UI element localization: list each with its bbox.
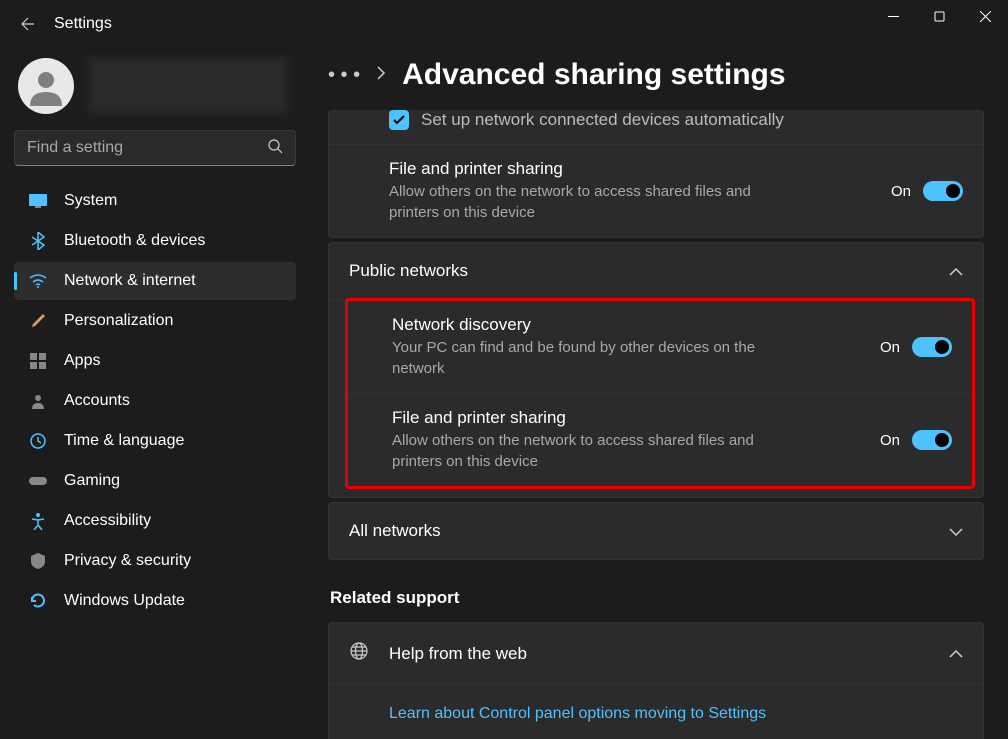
- expander-title: Public networks: [349, 261, 468, 281]
- search-box[interactable]: [14, 130, 296, 166]
- minimize-button[interactable]: [870, 0, 916, 32]
- sidebar: System Bluetooth & devices Network & int…: [0, 48, 310, 739]
- apps-icon: [28, 351, 48, 371]
- user-info-redacted: [88, 58, 288, 114]
- globe-icon: [349, 641, 369, 666]
- chevron-down-icon: [949, 521, 963, 541]
- help-header[interactable]: Help from the web: [329, 623, 983, 684]
- toggle-state: On: [880, 339, 900, 356]
- checkbox-checked-icon[interactable]: [389, 110, 409, 130]
- nav-label: Privacy & security: [64, 552, 191, 570]
- search-input[interactable]: [27, 139, 267, 157]
- toggle-switch[interactable]: [912, 430, 952, 450]
- public-networks-card: Public networks Network discovery Your P…: [328, 242, 984, 498]
- setting-title: File and printer sharing: [392, 408, 880, 428]
- toggle-switch[interactable]: [923, 181, 963, 201]
- chevron-up-icon: [949, 261, 963, 281]
- file-share-row-public: File and printer sharing Allow others on…: [348, 393, 972, 486]
- nav-label: Personalization: [64, 312, 173, 330]
- toggle-state: On: [891, 183, 911, 200]
- search-icon: [267, 138, 283, 159]
- private-networks-card: Set up network connected devices automat…: [328, 110, 984, 238]
- chevron-up-icon: [949, 645, 963, 663]
- close-button[interactable]: [962, 0, 1008, 32]
- bluetooth-icon: [28, 231, 48, 251]
- nav-label: Time & language: [64, 432, 184, 450]
- app-title: Settings: [54, 15, 112, 33]
- public-networks-header[interactable]: Public networks: [329, 243, 983, 299]
- page-title: Advanced sharing settings: [402, 58, 785, 92]
- gamepad-icon: [28, 471, 48, 491]
- highlighted-settings: Network discovery Your PC can find and b…: [345, 298, 975, 489]
- window-controls: [870, 16, 1008, 32]
- nav-label: Gaming: [64, 472, 120, 490]
- setting-desc: Allow others on the network to access sh…: [389, 181, 779, 223]
- expander-title: All networks: [349, 521, 441, 541]
- nav-item-network[interactable]: Network & internet: [14, 262, 296, 300]
- setting-desc: Allow others on the network to access sh…: [392, 430, 782, 472]
- nav-label: System: [64, 192, 117, 210]
- nav-label: Windows Update: [64, 592, 185, 610]
- nav-item-update[interactable]: Windows Update: [14, 582, 296, 620]
- toggle-switch[interactable]: [912, 337, 952, 357]
- monitor-icon: [28, 191, 48, 211]
- back-button[interactable]: [18, 14, 38, 34]
- page-header: • • • Advanced sharing settings: [328, 58, 984, 92]
- network-discovery-row-public: Network discovery Your PC can find and b…: [348, 301, 972, 393]
- toggle-state: On: [880, 432, 900, 449]
- nav-label: Apps: [64, 352, 100, 370]
- nav-item-gaming[interactable]: Gaming: [14, 462, 296, 500]
- nav-item-personalization[interactable]: Personalization: [14, 302, 296, 340]
- related-support-label: Related support: [330, 588, 984, 608]
- accessibility-icon: [28, 511, 48, 531]
- nav-label: Accessibility: [64, 512, 151, 530]
- breadcrumb-ellipsis[interactable]: • • •: [328, 64, 360, 87]
- nav-label: Accounts: [64, 392, 130, 410]
- auto-setup-label: Set up network connected devices automat…: [421, 110, 784, 130]
- update-icon: [28, 591, 48, 611]
- clock-icon: [28, 431, 48, 451]
- nav-item-privacy[interactable]: Privacy & security: [14, 542, 296, 580]
- brush-icon: [28, 311, 48, 331]
- nav-label: Bluetooth & devices: [64, 232, 205, 250]
- all-networks-header[interactable]: All networks: [329, 503, 983, 559]
- help-card: Help from the web Learn about Control pa…: [328, 622, 984, 739]
- shield-icon: [28, 551, 48, 571]
- setting-title: Network discovery: [392, 315, 880, 335]
- avatar: [18, 58, 74, 114]
- nav-list: System Bluetooth & devices Network & int…: [14, 182, 296, 620]
- wifi-icon: [28, 271, 48, 291]
- nav-item-system[interactable]: System: [14, 182, 296, 220]
- setting-desc: Your PC can find and be found by other d…: [392, 337, 782, 379]
- help-link[interactable]: Learn about Control panel options moving…: [389, 705, 766, 722]
- nav-item-apps[interactable]: Apps: [14, 342, 296, 380]
- setting-title: File and printer sharing: [389, 159, 891, 179]
- nav-item-bluetooth[interactable]: Bluetooth & devices: [14, 222, 296, 260]
- all-networks-card: All networks: [328, 502, 984, 560]
- help-title: Help from the web: [389, 644, 527, 664]
- nav-item-accessibility[interactable]: Accessibility: [14, 502, 296, 540]
- user-account-row[interactable]: [14, 58, 296, 114]
- maximize-button[interactable]: [916, 0, 962, 32]
- chevron-right-icon: [376, 66, 386, 85]
- titlebar: Settings: [0, 0, 1008, 48]
- nav-item-accounts[interactable]: Accounts: [14, 382, 296, 420]
- nav-label: Network & internet: [64, 272, 196, 290]
- nav-item-time[interactable]: Time & language: [14, 422, 296, 460]
- person-icon: [28, 391, 48, 411]
- auto-setup-row[interactable]: Set up network connected devices automat…: [329, 110, 983, 144]
- main-content: • • • Advanced sharing settings Set up n…: [310, 48, 1008, 739]
- file-share-row-private: File and printer sharing Allow others on…: [329, 144, 983, 237]
